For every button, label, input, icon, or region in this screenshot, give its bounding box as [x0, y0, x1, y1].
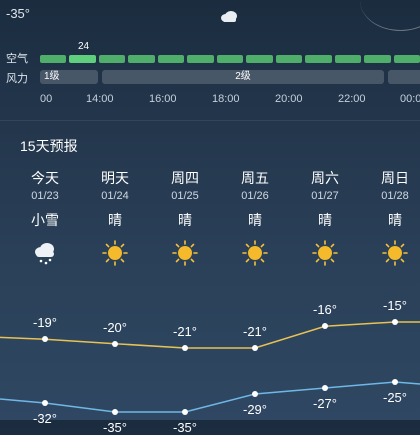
- forecast-day-name: 周五: [241, 170, 269, 186]
- divider: [0, 120, 420, 121]
- low-temp-line: [0, 381, 420, 413]
- forecast-title: 15天预报: [20, 138, 78, 154]
- forecast-condition: 晴: [318, 212, 332, 228]
- low-temp-point: [392, 379, 398, 385]
- forecast-condition: 晴: [388, 212, 402, 228]
- air-quality-segment: [69, 55, 96, 63]
- forecast-date: 01/25: [171, 190, 199, 202]
- forecast-date: 01/27: [311, 190, 339, 202]
- air-quality-segment: [393, 55, 420, 63]
- low-temp-point: [252, 391, 258, 397]
- forecast-date: 01/28: [381, 190, 409, 202]
- forecast-condition: 晴: [248, 212, 262, 228]
- wind-level-2: 2级: [102, 70, 384, 84]
- air-quality-label: 空气: [6, 53, 28, 65]
- air-quality-peak-value: 24: [78, 41, 90, 52]
- low-temp-label: -35°: [173, 420, 197, 435]
- wind-label: 风力: [6, 73, 28, 85]
- forecast-day-name: 今天: [31, 170, 59, 186]
- air-quality-segment: [275, 55, 303, 63]
- air-quality-segment: [364, 55, 391, 63]
- air-quality-bar: [40, 55, 420, 65]
- time-label: 14:00: [86, 93, 114, 105]
- time-label: 00: [40, 93, 53, 105]
- wind-level-next: [388, 70, 420, 84]
- forecast-day-column[interactable]: 周四 01/25 晴: [155, 168, 215, 266]
- forecast-condition: 晴: [178, 212, 192, 228]
- cloud-icon: [221, 11, 237, 22]
- forecast-day-name: 明天: [101, 170, 129, 186]
- air-quality-segment: [334, 55, 362, 63]
- time-label: 16:00: [149, 93, 177, 105]
- sun-icon: [172, 240, 198, 266]
- low-temp-point: [322, 385, 328, 391]
- low-temp-label: -25°: [383, 390, 407, 405]
- time-label: 18:00: [212, 93, 240, 105]
- forecast-condition: 晴: [108, 212, 122, 228]
- air-quality-segment: [98, 55, 126, 63]
- sun-icon: [102, 240, 128, 266]
- air-quality-segment: [187, 55, 214, 63]
- low-temp-point: [112, 409, 118, 415]
- decorative-arc: [360, 0, 420, 31]
- forecast-day-column[interactable]: 周日 01/28 晴: [365, 168, 420, 266]
- air-quality-segment: [40, 55, 67, 63]
- sun-icon: [242, 240, 268, 266]
- high-temp-label: -21°: [243, 324, 267, 339]
- forecast-day-name: 周六: [311, 170, 339, 186]
- low-temp-label: -29°: [243, 402, 267, 417]
- forecast-day-name: 周日: [381, 170, 409, 186]
- forecast-day-column[interactable]: 今天 01/23 小雪: [15, 168, 75, 266]
- high-temp-label: -21°: [173, 324, 197, 339]
- forecast-day-column[interactable]: 周五 01/26 晴: [225, 168, 285, 266]
- forecast-day-column[interactable]: 明天 01/24 晴: [85, 168, 145, 266]
- air-quality-segment: [157, 55, 185, 63]
- high-temp-label: -16°: [313, 302, 337, 318]
- air-quality-segment: [246, 55, 273, 63]
- low-temp-label: -32°: [33, 411, 57, 426]
- high-temp-point: [392, 319, 398, 325]
- forecast-condition: 小雪: [31, 212, 59, 228]
- forecast-day-column[interactable]: 周六 01/27 晴: [295, 168, 355, 266]
- high-temp-label: -20°: [103, 319, 127, 335]
- air-quality-segment: [216, 55, 244, 63]
- sun-icon: [382, 240, 408, 266]
- time-label: 20:00: [275, 93, 303, 105]
- high-temp-label: -19°: [33, 315, 57, 331]
- high-temp-point: [182, 345, 188, 351]
- low-temp-point: [42, 400, 48, 406]
- forecast-date: 01/26: [241, 190, 269, 202]
- forecast-day-name: 周四: [171, 170, 199, 186]
- air-quality-segment: [128, 55, 155, 63]
- low-temp-label: -27°: [313, 396, 337, 411]
- low-temp-point: [182, 409, 188, 415]
- time-label: 00:0: [400, 93, 420, 105]
- sun-icon: [312, 240, 338, 266]
- snow-cloud-icon: [32, 240, 58, 266]
- time-label: 22:00: [338, 93, 366, 105]
- high-temp-point: [252, 345, 258, 351]
- forecast-date: 01/23: [31, 190, 59, 202]
- hourly-time-axis: 00 14:00 16:00 18:00 20:00 22:00 00:0: [0, 93, 420, 107]
- high-temp-point: [112, 340, 118, 347]
- low-temp-label: -35°: [103, 420, 127, 435]
- forecast-date: 01/24: [101, 190, 129, 202]
- air-quality-segment: [305, 55, 332, 63]
- hourly-temp-label: -35°: [6, 6, 30, 21]
- wind-level-1: 1级: [40, 70, 98, 84]
- high-temp-label: -15°: [383, 298, 407, 313]
